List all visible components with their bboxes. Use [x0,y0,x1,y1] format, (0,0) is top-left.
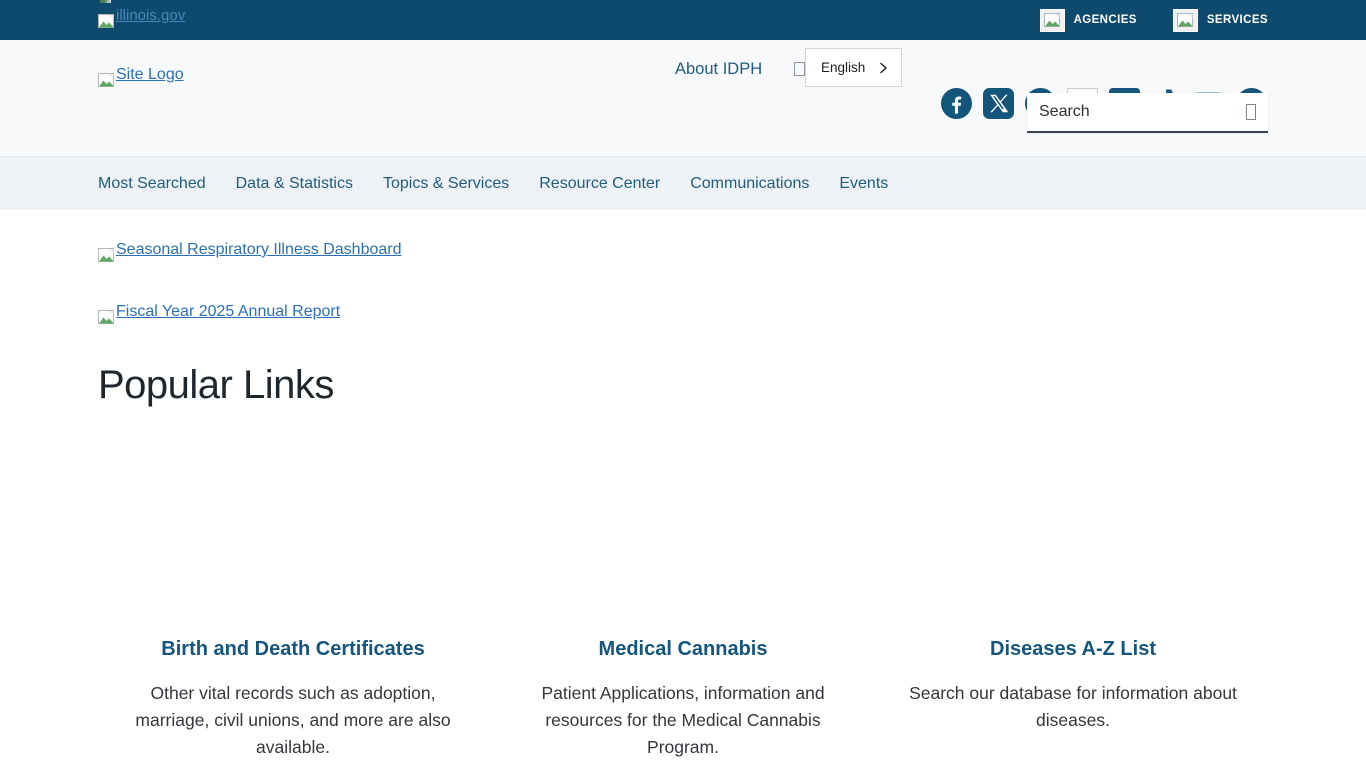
search-box [1027,93,1268,133]
illinois-gov-label: illinois.gov [116,7,185,24]
government-topbar: illinois.gov AGENCIES SERVICES [0,0,1366,40]
chevron-right-icon [878,62,889,74]
page-title: Popular Links [98,363,1366,408]
topbar-actions: AGENCIES SERVICES [1040,0,1268,40]
broken-image-icon [1173,9,1198,32]
x-twitter-icon[interactable] [983,88,1014,119]
card-description: Patient Applications, information and re… [508,680,858,761]
about-idph-link[interactable]: About IDPH [675,60,762,79]
respiratory-dashboard-link[interactable]: Seasonal Respiratory Illness Dashboard [98,210,401,259]
search-icon[interactable] [1246,104,1256,120]
cropped-image-fragment [100,0,111,3]
card-birth-death-certificates: Birth and Death Certificates Other vital… [98,638,488,761]
broken-image-icon [98,14,114,28]
respiratory-dashboard-label: Seasonal Respiratory Illness Dashboard [116,241,401,259]
broken-image-icon [98,73,114,87]
services-button[interactable]: SERVICES [1173,9,1268,32]
card-title[interactable]: Birth and Death Certificates [98,638,488,661]
nav-item-events[interactable]: Events [839,175,888,193]
agencies-button[interactable]: AGENCIES [1040,9,1137,32]
annual-report-link[interactable]: Fiscal Year 2025 Annual Report [98,303,340,321]
illinois-gov-link[interactable]: illinois.gov [98,7,185,24]
nav-item-communications[interactable]: Communications [690,175,809,193]
nav-item-most-searched[interactable]: Most Searched [98,175,206,193]
card-diseases-az-list: Diseases A-Z List Search our database fo… [878,638,1268,761]
card-title[interactable]: Diseases A-Z List [878,638,1268,661]
popular-links-cards: Birth and Death Certificates Other vital… [98,638,1268,761]
site-logo-label: Site Logo [116,66,184,84]
card-description: Other vital records such as adoption, ma… [118,680,468,761]
broken-image-icon [1040,9,1065,32]
facebook-icon[interactable] [941,88,972,119]
nav-item-data-statistics[interactable]: Data & Statistics [236,175,353,193]
card-title[interactable]: Medical Cannabis [488,638,878,661]
site-header: Site Logo About IDPH English [0,40,1366,156]
broken-image-icon [98,248,114,262]
nav-item-topics-services[interactable]: Topics & Services [383,175,509,193]
annual-report-label: Fiscal Year 2025 Annual Report [116,303,340,321]
card-description: Search our database for information abou… [898,680,1248,734]
card-medical-cannabis: Medical Cannabis Patient Applications, i… [488,638,878,761]
nav-item-resource-center[interactable]: Resource Center [539,175,660,193]
broken-image-icon [98,310,114,324]
main-content: Seasonal Respiratory Illness Dashboard F… [0,210,1366,761]
search-input[interactable] [1039,103,1246,121]
globe-icon [794,62,805,76]
main-navigation: Most Searched Data & Statistics Topics &… [0,156,1366,210]
site-logo-link[interactable]: Site Logo [98,66,184,84]
services-label: SERVICES [1207,14,1268,26]
agencies-label: AGENCIES [1074,14,1137,26]
language-selected-label: English [821,60,865,75]
language-selector[interactable]: English [805,48,902,87]
